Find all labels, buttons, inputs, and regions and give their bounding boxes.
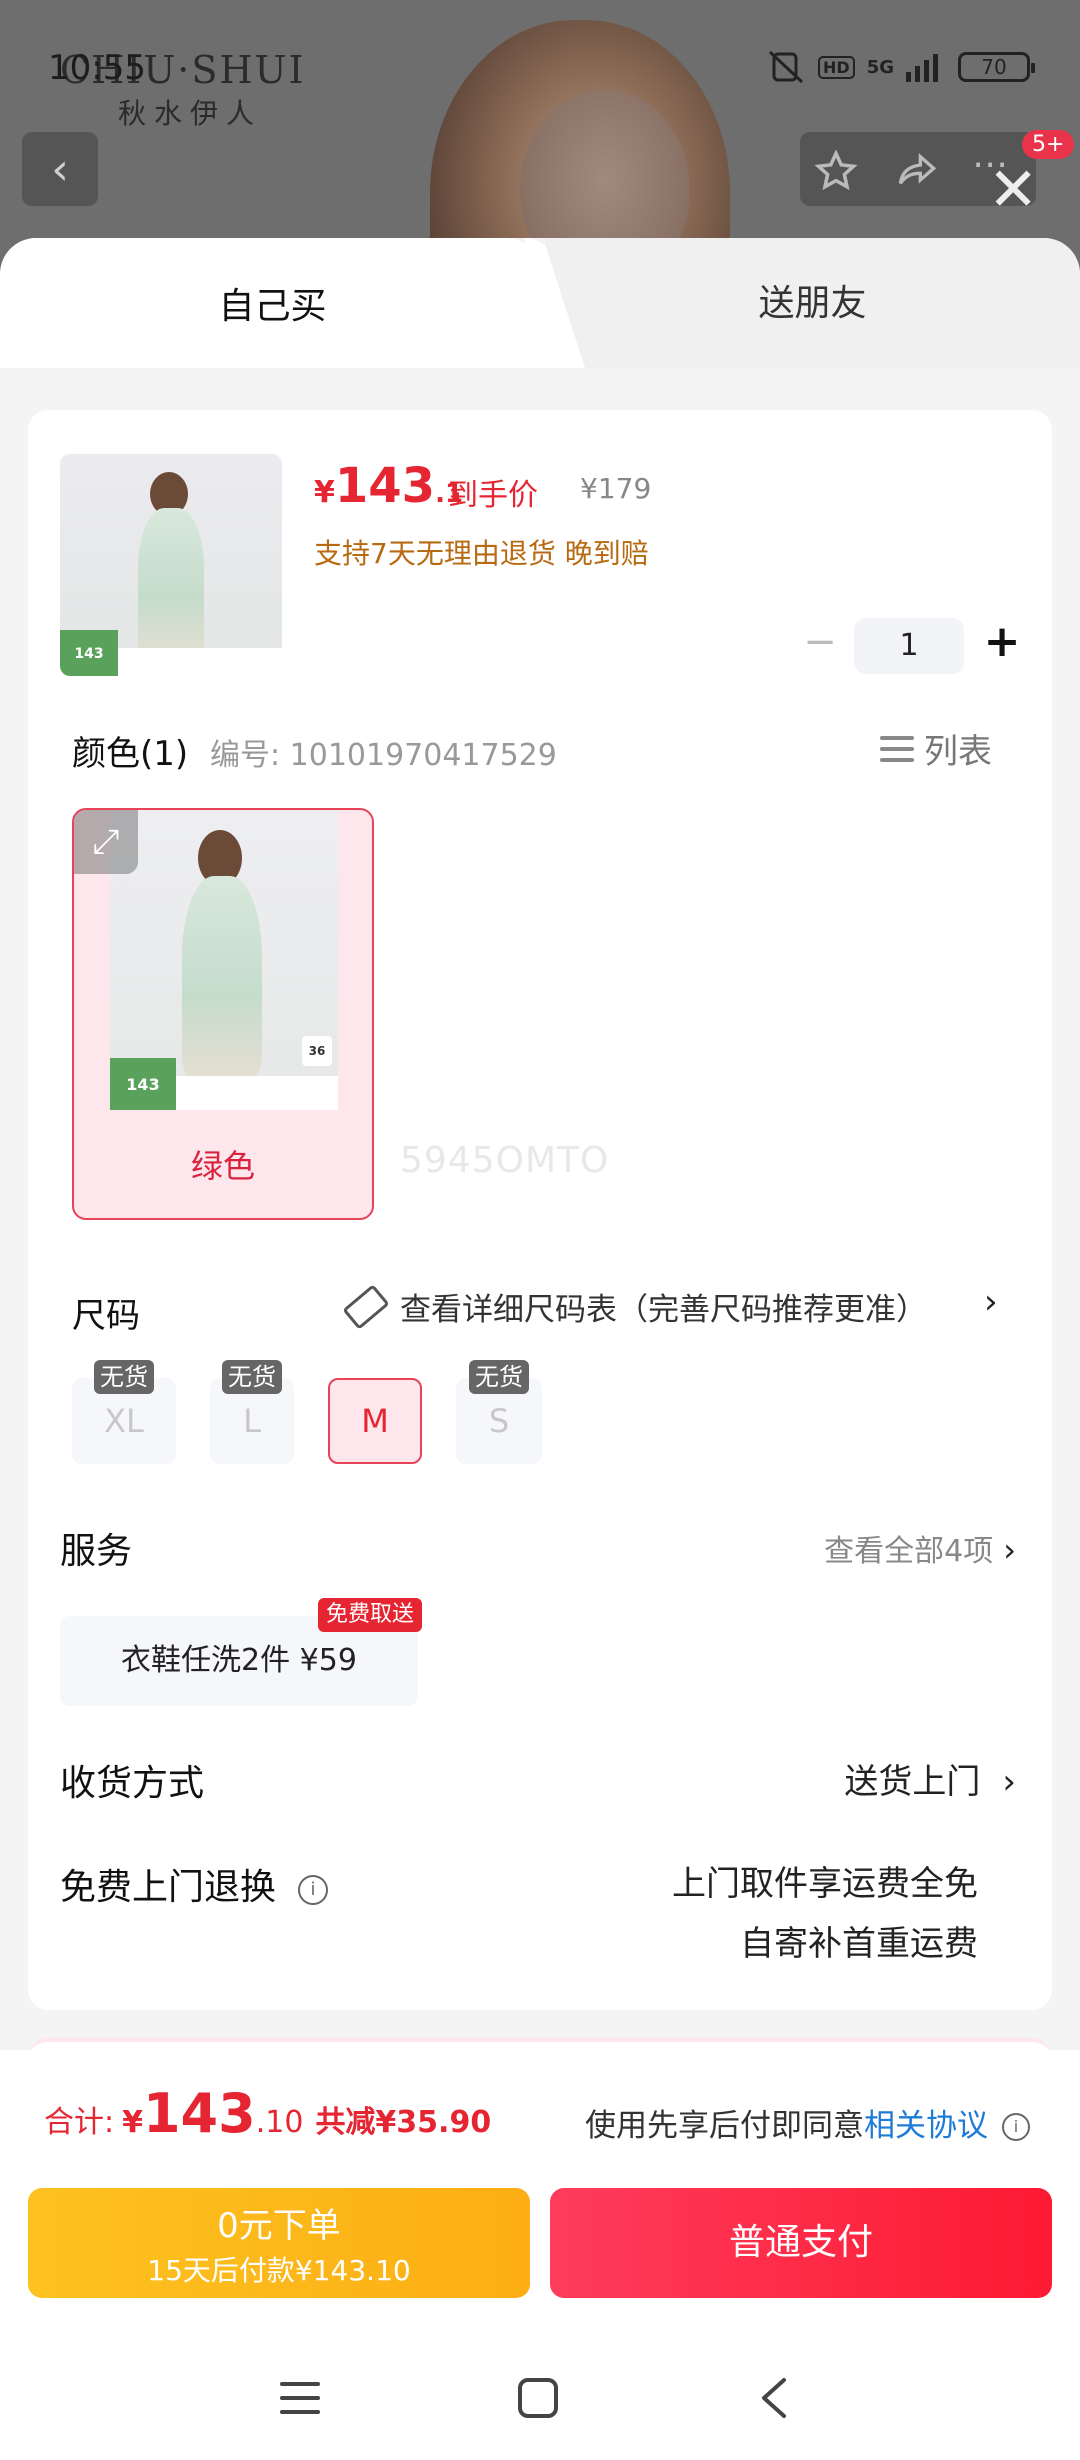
swatch-size-tag: 36 xyxy=(302,1036,332,1066)
view-all-services-label: 查看全部4项 xyxy=(824,1534,994,1569)
swatch-price-tag: 143 xyxy=(110,1058,176,1110)
home-icon[interactable] xyxy=(516,2376,560,2420)
hd-icon: HD xyxy=(818,55,855,79)
ruler-icon xyxy=(342,1283,390,1330)
system-nav-bar xyxy=(0,2330,1080,2460)
deal-price-label: 到手价 xyxy=(448,478,538,513)
size-option-l[interactable]: L 无货 xyxy=(210,1360,294,1464)
size-option-label: XL xyxy=(104,1402,144,1440)
favorite-star-icon[interactable] xyxy=(814,150,858,192)
signal-icon xyxy=(906,54,938,82)
info-icon[interactable]: i xyxy=(1002,2113,1030,2141)
size-option-label: M xyxy=(361,1402,389,1440)
info-icon[interactable]: i xyxy=(298,1875,329,1905)
list-view-label: 列表 xyxy=(924,732,992,772)
color-section-title: 颜色(1) xyxy=(72,734,189,774)
color-option-image: 143 36 xyxy=(110,810,338,1110)
total-discount: 共减¥35.90 xyxy=(315,2105,492,2140)
network-label: 5G xyxy=(866,56,894,78)
order-total: 合计: ¥ 143 .10 共减¥35.90 xyxy=(44,2082,491,2145)
chevron-right-icon: › xyxy=(1003,1531,1016,1569)
status-time: 10:55 xyxy=(48,48,146,88)
status-icons: HD 5G 70 xyxy=(766,50,1035,84)
sku-card: 143 ¥143.1 到手价 ¥179 支持7天无理由退货 晚到赔 − 1 + … xyxy=(28,410,1052,2010)
out-of-stock-tag: 无货 xyxy=(222,1360,282,1394)
free-pickup-tag: 免费取送 xyxy=(318,1598,423,1632)
product-code: 编号: 10101970417529 xyxy=(210,738,557,773)
color-option-label: 绿色 xyxy=(190,1147,255,1185)
deal-price: ¥143.1 xyxy=(314,458,463,514)
close-sheet-button[interactable]: ✕ xyxy=(988,160,1038,220)
status-bar: 10:55 HD 5G 70 xyxy=(0,44,1080,94)
size-chart-label: 查看详细尺码表（完善尺码推荐更准） xyxy=(400,1292,927,1328)
purchase-tabs: 送朋友 自己买 xyxy=(0,238,1080,368)
tab-gift-friend[interactable]: 送朋友 xyxy=(545,238,1080,368)
quantity-decrease-button[interactable]: − xyxy=(800,622,840,662)
quantity-input[interactable]: 1 xyxy=(854,618,964,674)
size-chart-link[interactable]: 查看详细尺码表（完善尺码推荐更准） xyxy=(342,1283,927,1330)
thumb-price-tag: 143 xyxy=(60,630,118,676)
delivery-method-title: 收货方式 xyxy=(60,1763,205,1804)
agreement-link[interactable]: 相关协议 xyxy=(864,2108,988,2144)
pay-later-button[interactable]: 0元下单 15天后付款¥143.10 xyxy=(28,2188,530,2298)
deal-price-int: 143 xyxy=(334,458,436,514)
brand-logo-cn: 秋水伊人 xyxy=(118,97,263,130)
out-of-stock-tag: 无货 xyxy=(94,1360,154,1394)
watermark-text: 5945OMTO xyxy=(400,1140,610,1181)
free-return-label: 免费上门退换 xyxy=(60,1867,277,1908)
share-icon[interactable] xyxy=(894,150,940,190)
original-price: ¥179 xyxy=(580,472,652,505)
color-option-green[interactable]: 143 36 ⤢ 绿色 xyxy=(72,808,374,1220)
expand-icon[interactable]: ⤢ xyxy=(74,810,138,874)
pay-later-subtitle: 15天后付款¥143.10 xyxy=(147,2254,411,2287)
tab-buy-self[interactable]: 自己买 xyxy=(0,238,545,368)
free-return-title: 免费上门退换 i xyxy=(60,1858,329,1910)
list-icon xyxy=(880,732,914,766)
menu-icon[interactable] xyxy=(278,2378,322,2418)
total-symbol: ¥ xyxy=(122,2105,143,2140)
size-option-xl[interactable]: XL 无货 xyxy=(72,1360,176,1464)
return-info-line2: 自寄补首重运费 xyxy=(740,1924,978,1964)
thumb-model-dress xyxy=(138,508,204,658)
deal-price-symbol: ¥ xyxy=(314,475,335,510)
pay-later-agreement: 使用先享后付即同意相关协议 i xyxy=(585,2100,1030,2145)
size-option-label: S xyxy=(488,1402,510,1440)
return-policy: 支持7天无理由退货 晚到赔 xyxy=(314,537,649,570)
normal-pay-button[interactable]: 普通支付 xyxy=(550,2188,1052,2298)
back-nav-icon[interactable] xyxy=(758,2376,790,2420)
swatch-model-dress xyxy=(182,876,262,1076)
chevron-right-icon: › xyxy=(984,1282,998,1322)
service-section-title: 服务 xyxy=(60,1531,133,1572)
chevron-right-icon: › xyxy=(1002,1762,1016,1802)
quantity-increase-button[interactable]: + xyxy=(980,620,1024,664)
battery-icon: 70 xyxy=(958,52,1035,82)
back-button[interactable]: ‹ xyxy=(22,132,98,206)
pay-later-title: 0元下单 xyxy=(217,2206,341,2246)
size-section-title: 尺码 xyxy=(72,1296,140,1336)
total-label: 合计: xyxy=(44,2105,115,2140)
size-option-label: L xyxy=(243,1402,261,1440)
mute-vibrate-icon xyxy=(768,50,804,84)
size-option-s[interactable]: S 无货 xyxy=(456,1360,542,1464)
agreement-text: 使用先享后付即同意 xyxy=(585,2108,864,2144)
view-all-services-link[interactable]: 查看全部4项 › xyxy=(824,1526,1016,1570)
out-of-stock-tag: 无货 xyxy=(469,1360,529,1394)
total-int: 143 xyxy=(142,2082,256,2145)
return-info-line1: 上门取件享运费全免 xyxy=(672,1864,978,1904)
list-view-toggle[interactable]: 列表 xyxy=(880,724,992,773)
delivery-method-selector[interactable]: 送货上门 › xyxy=(844,1754,1016,1803)
size-option-m[interactable]: M xyxy=(328,1378,422,1464)
total-dec: .10 xyxy=(255,2105,304,2140)
product-thumbnail[interactable]: 143 xyxy=(60,454,282,676)
delivery-method-value: 送货上门 xyxy=(844,1762,981,1802)
